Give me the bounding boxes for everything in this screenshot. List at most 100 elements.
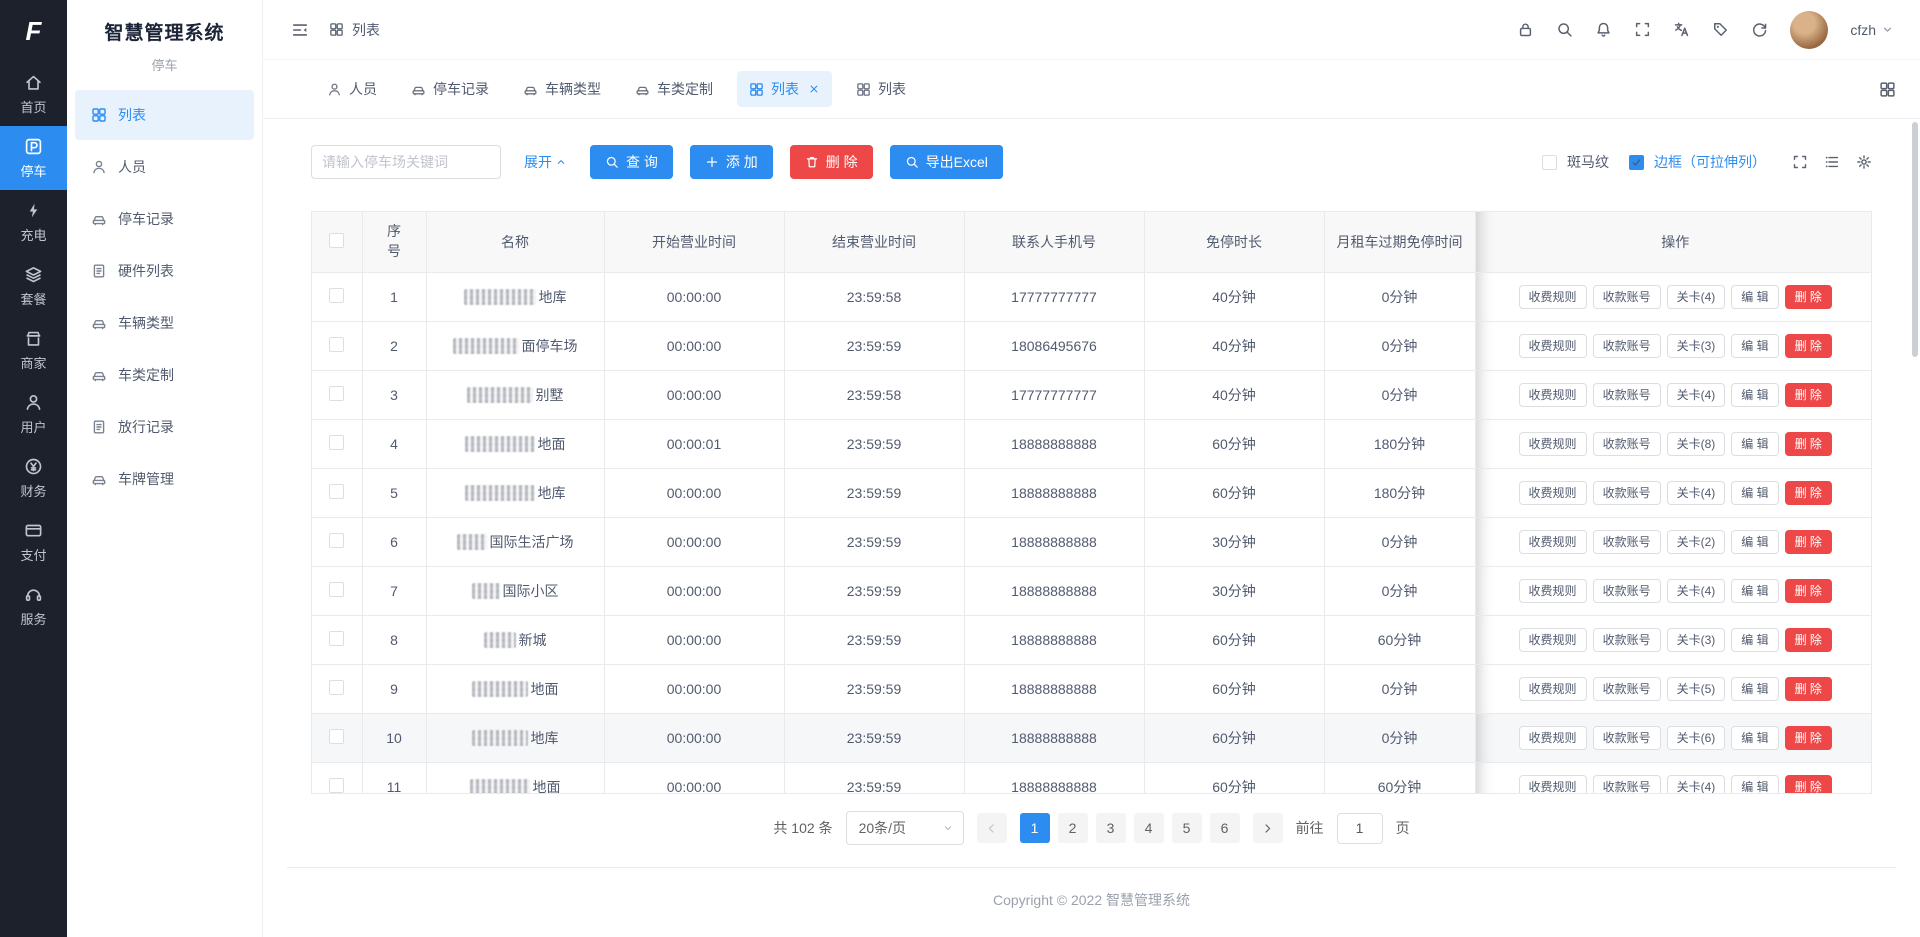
- page-button-5[interactable]: 5: [1172, 813, 1202, 843]
- delete-row-button[interactable]: 删 除: [1785, 677, 1832, 701]
- prev-page-button[interactable]: [977, 813, 1007, 843]
- payment-account-button[interactable]: 收款账号: [1593, 628, 1661, 652]
- fee-rules-button[interactable]: 收费规则: [1519, 383, 1587, 407]
- delete-row-button[interactable]: 删 除: [1785, 579, 1832, 603]
- payment-account-button[interactable]: 收款账号: [1593, 481, 1661, 505]
- delete-button[interactable]: 删 除: [790, 145, 873, 179]
- row-checkbox[interactable]: [329, 533, 344, 548]
- app-logo[interactable]: F: [0, 0, 67, 62]
- fee-rules-button[interactable]: 收费规则: [1519, 775, 1587, 795]
- gate-button[interactable]: 关卡(3): [1667, 628, 1726, 652]
- search-input[interactable]: [311, 145, 501, 179]
- add-button[interactable]: 添 加: [690, 145, 773, 179]
- edit-button[interactable]: 编 辑: [1731, 726, 1778, 750]
- page-button-2[interactable]: 2: [1058, 813, 1088, 843]
- row-settings-icon[interactable]: [1824, 154, 1840, 170]
- row-checkbox[interactable]: [329, 386, 344, 401]
- rail-item-parking[interactable]: 停车: [0, 126, 67, 190]
- edit-button[interactable]: 编 辑: [1731, 775, 1778, 795]
- fullscreen-icon[interactable]: [1634, 21, 1651, 38]
- sidebar-item-parking-records[interactable]: 停车记录: [75, 194, 254, 244]
- tab-vehicle-types[interactable]: 车辆类型: [513, 71, 611, 107]
- payment-account-button[interactable]: 收款账号: [1593, 677, 1661, 701]
- lock-icon[interactable]: [1517, 21, 1534, 38]
- border-checkbox[interactable]: [1629, 155, 1644, 170]
- delete-row-button[interactable]: 删 除: [1785, 530, 1832, 554]
- rail-item-charging[interactable]: 充电: [0, 190, 67, 254]
- fullscreen-icon[interactable]: [1792, 154, 1808, 170]
- sidebar-item-vehicle-types[interactable]: 车辆类型: [75, 298, 254, 348]
- edit-button[interactable]: 编 辑: [1731, 285, 1778, 309]
- sidebar-item-list[interactable]: 列表: [75, 90, 254, 140]
- row-checkbox[interactable]: [329, 729, 344, 744]
- rail-item-services[interactable]: 服务: [0, 574, 67, 638]
- tab-list-2[interactable]: 列表: [846, 71, 916, 107]
- fee-rules-button[interactable]: 收费规则: [1519, 481, 1587, 505]
- row-checkbox[interactable]: [329, 582, 344, 597]
- fee-rules-button[interactable]: 收费规则: [1519, 432, 1587, 456]
- gate-button[interactable]: 关卡(5): [1667, 677, 1726, 701]
- fee-rules-button[interactable]: 收费规则: [1519, 334, 1587, 358]
- gate-button[interactable]: 关卡(4): [1667, 383, 1726, 407]
- payment-account-button[interactable]: 收款账号: [1593, 432, 1661, 456]
- gate-button[interactable]: 关卡(4): [1667, 579, 1726, 603]
- refresh-icon[interactable]: [1751, 21, 1768, 38]
- payment-account-button[interactable]: 收款账号: [1593, 285, 1661, 309]
- delete-row-button[interactable]: 删 除: [1785, 432, 1832, 456]
- sidebar-item-release-records[interactable]: 放行记录: [75, 402, 254, 452]
- collapse-sidebar-icon[interactable]: [291, 21, 309, 39]
- row-checkbox[interactable]: [329, 435, 344, 450]
- row-checkbox[interactable]: [329, 337, 344, 352]
- query-button[interactable]: 查 询: [590, 145, 673, 179]
- translate-icon[interactable]: [1673, 21, 1690, 38]
- delete-row-button[interactable]: 删 除: [1785, 285, 1832, 309]
- close-tab-icon[interactable]: [808, 83, 820, 95]
- rail-item-packages[interactable]: 套餐: [0, 254, 67, 318]
- delete-row-button[interactable]: 删 除: [1785, 481, 1832, 505]
- payment-account-button[interactable]: 收款账号: [1593, 383, 1661, 407]
- tab-vehicle-custom[interactable]: 车类定制: [625, 71, 723, 107]
- export-excel-button[interactable]: 导出Excel: [890, 145, 1003, 179]
- sidebar-item-personnel[interactable]: 人员: [75, 142, 254, 192]
- sidebar-item-plate-management[interactable]: 车牌管理: [75, 454, 254, 504]
- goto-page-input[interactable]: [1337, 813, 1383, 844]
- tab-options-icon[interactable]: [1879, 81, 1896, 98]
- edit-button[interactable]: 编 辑: [1731, 677, 1778, 701]
- select-all-checkbox[interactable]: [329, 233, 344, 248]
- tab-parking-records[interactable]: 停车记录: [401, 71, 499, 107]
- rail-item-finance[interactable]: 财务: [0, 446, 67, 510]
- delete-row-button[interactable]: 删 除: [1785, 383, 1832, 407]
- scrollbar-thumb[interactable]: [1912, 122, 1918, 357]
- edit-button[interactable]: 编 辑: [1731, 530, 1778, 554]
- page-button-1[interactable]: 1: [1020, 813, 1050, 843]
- edit-button[interactable]: 编 辑: [1731, 628, 1778, 652]
- page-button-3[interactable]: 3: [1096, 813, 1126, 843]
- page-button-4[interactable]: 4: [1134, 813, 1164, 843]
- page-button-6[interactable]: 6: [1210, 813, 1240, 843]
- tab-personnel[interactable]: 人员: [317, 71, 387, 107]
- expand-toggle[interactable]: 展开: [524, 152, 567, 172]
- tag-icon[interactable]: [1712, 21, 1729, 38]
- delete-row-button[interactable]: 删 除: [1785, 775, 1832, 795]
- next-page-button[interactable]: [1253, 813, 1283, 843]
- fee-rules-button[interactable]: 收费规则: [1519, 628, 1587, 652]
- sidebar-item-hardware-list[interactable]: 硬件列表: [75, 246, 254, 296]
- edit-button[interactable]: 编 辑: [1731, 579, 1778, 603]
- payment-account-button[interactable]: 收款账号: [1593, 579, 1661, 603]
- fee-rules-button[interactable]: 收费规则: [1519, 677, 1587, 701]
- fee-rules-button[interactable]: 收费规则: [1519, 285, 1587, 309]
- payment-account-button[interactable]: 收款账号: [1593, 334, 1661, 358]
- gate-button[interactable]: 关卡(4): [1667, 481, 1726, 505]
- gate-button[interactable]: 关卡(2): [1667, 530, 1726, 554]
- row-checkbox[interactable]: [329, 631, 344, 646]
- gate-button[interactable]: 关卡(4): [1667, 285, 1726, 309]
- row-checkbox[interactable]: [329, 288, 344, 303]
- bell-icon[interactable]: [1595, 21, 1612, 38]
- settings-gear-icon[interactable]: [1856, 154, 1872, 170]
- user-avatar[interactable]: [1790, 11, 1828, 49]
- edit-button[interactable]: 编 辑: [1731, 383, 1778, 407]
- row-checkbox[interactable]: [329, 484, 344, 499]
- gate-button[interactable]: 关卡(8): [1667, 432, 1726, 456]
- sidebar-item-vehicle-custom[interactable]: 车类定制: [75, 350, 254, 400]
- row-checkbox[interactable]: [329, 778, 344, 793]
